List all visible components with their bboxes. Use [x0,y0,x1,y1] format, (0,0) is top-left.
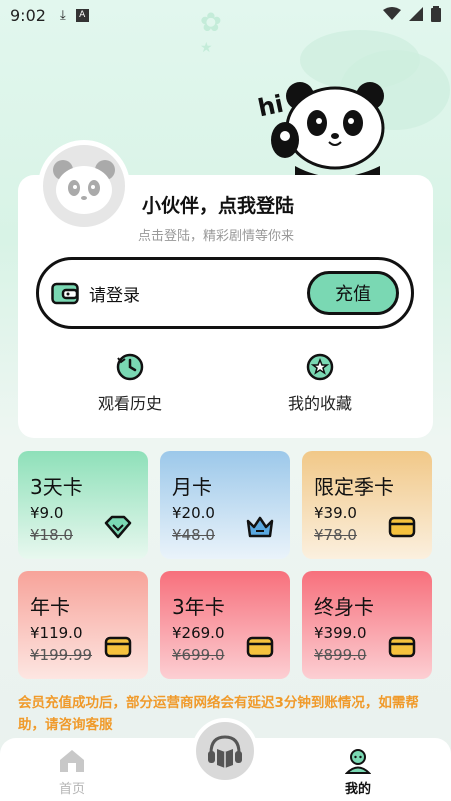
vip-card-name: 3天卡 [30,475,83,499]
wallet-card-icon [388,636,416,658]
headphones-book-icon [208,735,242,768]
login-prompt[interactable]: 请登录 [89,281,307,306]
app-notification-icon: A [75,8,89,22]
vip-card-monthly[interactable]: 月卡 ¥20.0 ¥48.0 [160,451,290,559]
gem-icon [104,515,132,539]
nav-home[interactable]: 首页 [32,748,112,797]
vip-card-name: 限定季卡 [314,475,394,499]
signal-icon [409,7,423,21]
status-time: 9:02 [10,5,46,25]
battery-icon [431,6,441,22]
download-icon: ⤓ [59,7,66,23]
user-profile-icon [345,749,371,774]
decorative-star-icon: ✿ [200,8,222,38]
vip-card-name: 月卡 [172,475,212,499]
wallet-card-icon [104,636,132,658]
nav-mine[interactable]: 我的 [318,748,398,797]
panda-avatar-icon [53,160,115,214]
status-bar: 9:02 ⤓ A [0,0,451,30]
history-clock-icon [116,353,144,381]
home-icon [60,750,84,772]
wifi-icon [383,7,401,20]
crown-icon [246,516,274,538]
decorative-star-icon: ★ [200,40,213,56]
avatar[interactable] [38,140,130,232]
nav-mine-label: 我的 [344,782,371,797]
nav-home-label: 首页 [58,782,85,797]
star-favorite-icon [306,353,334,381]
vip-card-season[interactable]: 限定季卡 ¥39.0 ¥78.0 [302,451,432,559]
vip-card-3day[interactable]: 3天卡 ¥9.0 ¥18.0 [18,451,148,559]
vip-card-3year[interactable]: 3年卡 ¥269.0 ¥699.0 [160,571,290,679]
my-favorites-label: 我的收藏 [287,394,352,413]
login-subtitle: 点击登陆，精彩剧情等你来 [138,229,295,244]
audio-book-button[interactable] [192,718,258,784]
vip-card-name: 终身卡 [314,595,374,619]
recharge-button[interactable]: 充值 [307,271,399,315]
waving-panda-icon [271,82,385,183]
login-greeting[interactable]: 小伙伴，点我登陆 [142,191,294,218]
vip-card-name: 3年卡 [172,595,225,619]
wallet-card-icon [246,636,274,658]
my-favorites-button[interactable]: 我的收藏 [260,352,380,414]
watch-history-button[interactable]: 观看历史 [70,352,190,414]
wallet-card-icon [388,516,416,538]
wallet-icon [51,282,79,305]
vip-card-name: 年卡 [30,595,70,619]
vip-card-lifetime[interactable]: 终身卡 ¥399.0 ¥899.0 [302,571,432,679]
watch-history-label: 观看历史 [97,394,162,413]
login-bar[interactable]: 请登录 充值 [36,257,414,329]
vip-card-yearly[interactable]: 年卡 ¥119.0 ¥199.99 [18,571,148,679]
